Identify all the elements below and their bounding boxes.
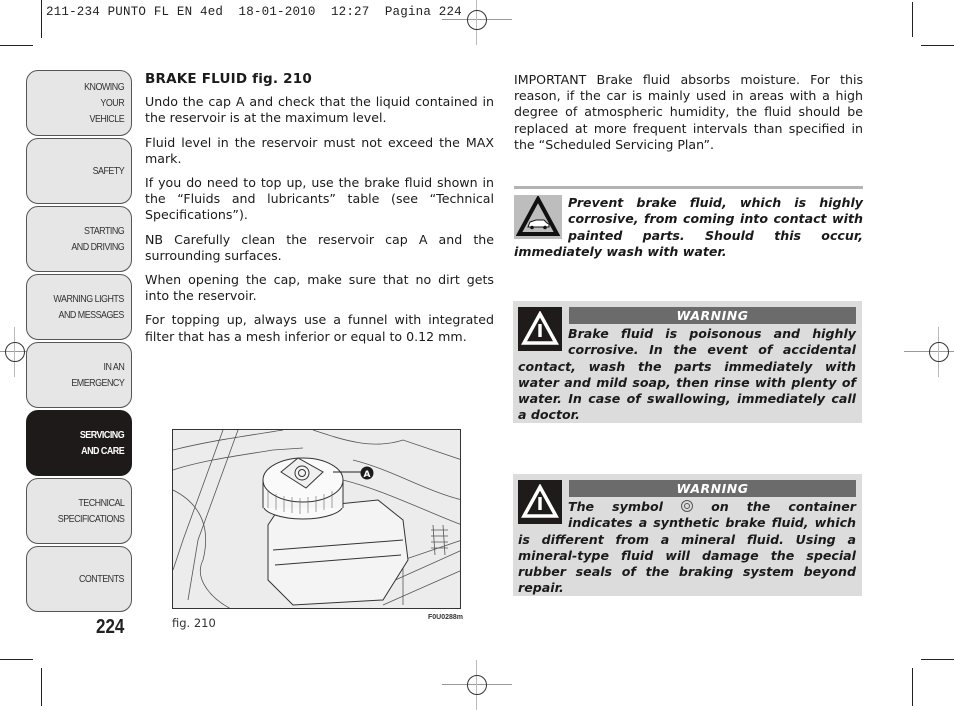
registration-mark-top (442, 0, 512, 45)
tab-servicing-and-care[interactable]: SERVICING AND CARE (26, 410, 132, 476)
figure-brake-fluid-reservoir: A (172, 429, 461, 609)
tab-contents[interactable]: CONTENTS (26, 546, 132, 612)
tab-label: SAFETY (92, 165, 124, 177)
tab-label: IN AN EMERGENCY (71, 361, 124, 389)
paragraph: NB Carefully clean the reservoir cap A a… (145, 231, 494, 263)
crop-mark (921, 45, 954, 46)
tab-knowing-your-vehicle[interactable]: KNOWING YOUR VEHICLE (26, 70, 132, 136)
section-heading: BRAKE FLUID fig. 210 (145, 71, 312, 87)
crop-mark (912, 2, 913, 37)
warning-title: WARNING (569, 480, 856, 497)
warning-triangle-icon (518, 480, 562, 524)
tab-in-an-emergency[interactable]: IN AN EMERGENCY (26, 342, 132, 408)
warning-text-start: The symbol (568, 499, 682, 514)
crop-mark (0, 659, 33, 660)
tab-label: STARTING AND DRIVING (71, 225, 124, 253)
tab-starting-and-driving[interactable]: STARTING AND DRIVING (26, 206, 132, 272)
registration-mark-bottom (442, 660, 512, 710)
warning-text: The symbol on the container indicates a … (518, 499, 856, 597)
registration-mark-right (904, 327, 954, 377)
tab-technical-specifications[interactable]: TECHNICAL SPECIFICATIONS (26, 478, 132, 544)
paragraph: If you do need to top up, use the brake … (145, 175, 494, 223)
tab-label: TECHNICAL SPECIFICATIONS (57, 497, 124, 525)
warning-box-poisonous: WARNING Brake fluid is poisonous and hig… (513, 301, 862, 423)
warning-title: WARNING (569, 307, 856, 324)
tab-warning-lights[interactable]: WARNING LIGHTS AND MESSAGES (26, 274, 132, 340)
figure-code: F0U0288m (428, 614, 464, 621)
important-note: IMPORTANT Brake fluid absorbs moisture. … (514, 72, 863, 152)
crop-mark (921, 659, 954, 660)
paragraph: Undo the cap A and check that the liquid… (145, 94, 494, 126)
caution-note: Prevent brake fluid, which is highly cor… (514, 195, 863, 261)
tab-label: KNOWING YOUR VEHICLE (83, 81, 125, 125)
paragraph: When opening the cap, make sure that no … (145, 272, 494, 304)
caution-divider (514, 186, 863, 189)
warning-triangle-icon (518, 307, 562, 351)
tab-safety[interactable]: SAFETY (26, 138, 132, 204)
caution-text: Prevent brake fluid, which is highly cor… (514, 195, 863, 260)
car-paint-caution-icon (514, 195, 562, 239)
warning-text: Brake fluid is poisonous and highly corr… (518, 326, 856, 423)
paragraph: For topping up, always use a funnel with… (145, 312, 494, 344)
right-column: IMPORTANT Brake fluid absorbs moisture. … (514, 72, 863, 161)
crop-mark (41, 0, 42, 38)
synthetic-fluid-symbol-icon (681, 500, 694, 512)
figure-caption: fig. 210 (172, 616, 216, 630)
tab-label: CONTENTS (78, 573, 125, 585)
paragraph: Fluid level in the reservoir must not ex… (145, 134, 494, 166)
callout-label: A (364, 470, 371, 480)
warning-box-synthetic-fluid: WARNING The symbol on the container indi… (513, 474, 862, 596)
left-column: BRAKE FLUID fig. 210 Undo the cap A and … (145, 71, 494, 353)
crop-mark (0, 45, 33, 46)
tab-label: SERVICING AND CARE (79, 429, 125, 457)
print-header: 211-234 PUNTO FL EN 4ed 18-01-2010 12:27… (46, 5, 462, 19)
page-number: 224 (96, 616, 125, 638)
reservoir-illustration: A (173, 430, 460, 608)
tab-label: WARNING LIGHTS AND MESSAGES (53, 293, 125, 321)
crop-mark (41, 668, 42, 706)
crop-mark (912, 668, 913, 706)
